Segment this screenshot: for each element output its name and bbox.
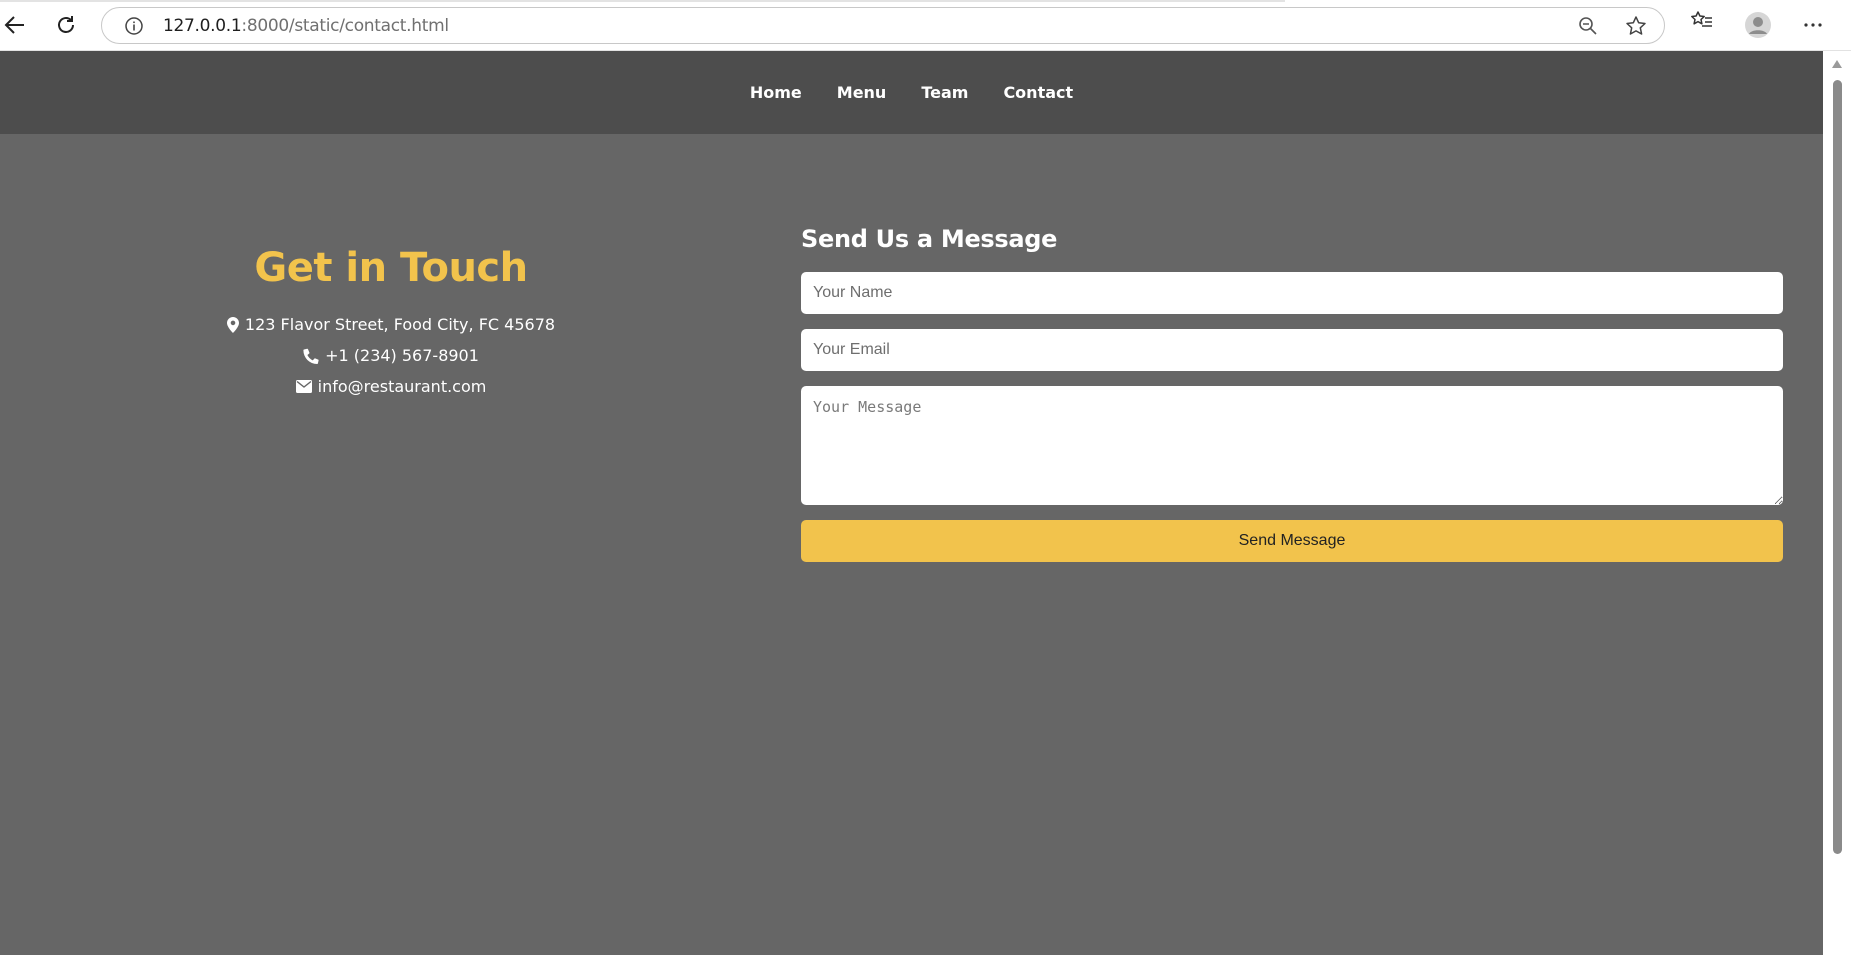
nav-link-contact[interactable]: Contact	[1003, 83, 1073, 102]
url-path: :8000/static/contact.html	[241, 16, 449, 36]
favorite-star-icon[interactable]	[1625, 15, 1647, 37]
email-text: info@restaurant.com	[317, 377, 487, 396]
reload-icon	[58, 16, 74, 33]
browser-toolbar: 127.0.0.1:8000/static/contact.html	[0, 0, 1851, 51]
contact-info-section: Get in Touch 123 Flavor Street, Food Cit…	[0, 245, 782, 402]
phone-line: +1 (234) 567-8901	[0, 340, 782, 371]
avatar-icon	[1745, 12, 1771, 38]
reload-button[interactable]	[51, 10, 81, 40]
back-button[interactable]	[0, 10, 30, 40]
address-text: 123 Flavor Street, Food City, FC 45678	[244, 315, 556, 334]
form-title: Send Us a Message	[801, 225, 1058, 253]
send-message-button[interactable]: Send Message	[801, 520, 1783, 562]
url-text: 127.0.0.1:8000/static/contact.html	[163, 16, 449, 36]
email-input[interactable]	[801, 329, 1783, 371]
nav-link-team[interactable]: Team	[921, 83, 968, 102]
nav-link-menu[interactable]: Menu	[837, 83, 887, 102]
scrollbar-thumb[interactable]	[1833, 80, 1842, 854]
site-navbar: Home Menu Team Contact	[0, 51, 1823, 134]
ellipsis-icon	[1804, 23, 1822, 27]
address-bar[interactable]: 127.0.0.1:8000/static/contact.html	[101, 7, 1665, 44]
favorites-list-icon	[1691, 11, 1712, 27]
address-line: 123 Flavor Street, Food City, FC 45678	[0, 309, 782, 340]
back-arrow-icon	[4, 16, 24, 34]
profile-button[interactable]	[1744, 11, 1772, 44]
tab-strip-edge	[0, 0, 1285, 2]
envelope-icon	[295, 380, 312, 393]
phone-text: +1 (234) 567-8901	[325, 346, 479, 365]
contact-title: Get in Touch	[254, 245, 528, 291]
more-menu-button[interactable]	[1802, 14, 1824, 41]
name-input[interactable]	[801, 272, 1783, 314]
site-info-icon[interactable]	[124, 16, 144, 36]
map-marker-icon	[226, 316, 239, 333]
page-scrollbar[interactable]	[1823, 51, 1851, 955]
zoom-out-icon[interactable]	[1578, 16, 1598, 36]
phone-icon	[303, 348, 319, 364]
nav-link-home[interactable]: Home	[750, 83, 802, 102]
scroll-up-arrow-icon[interactable]	[1831, 59, 1843, 69]
email-line: info@restaurant.com	[0, 371, 782, 402]
contact-form: Send Us a Message Send Message	[801, 225, 1783, 577]
favorites-button[interactable]	[1690, 9, 1714, 38]
message-textarea[interactable]	[801, 386, 1783, 505]
url-host: 127.0.0.1	[163, 16, 242, 36]
